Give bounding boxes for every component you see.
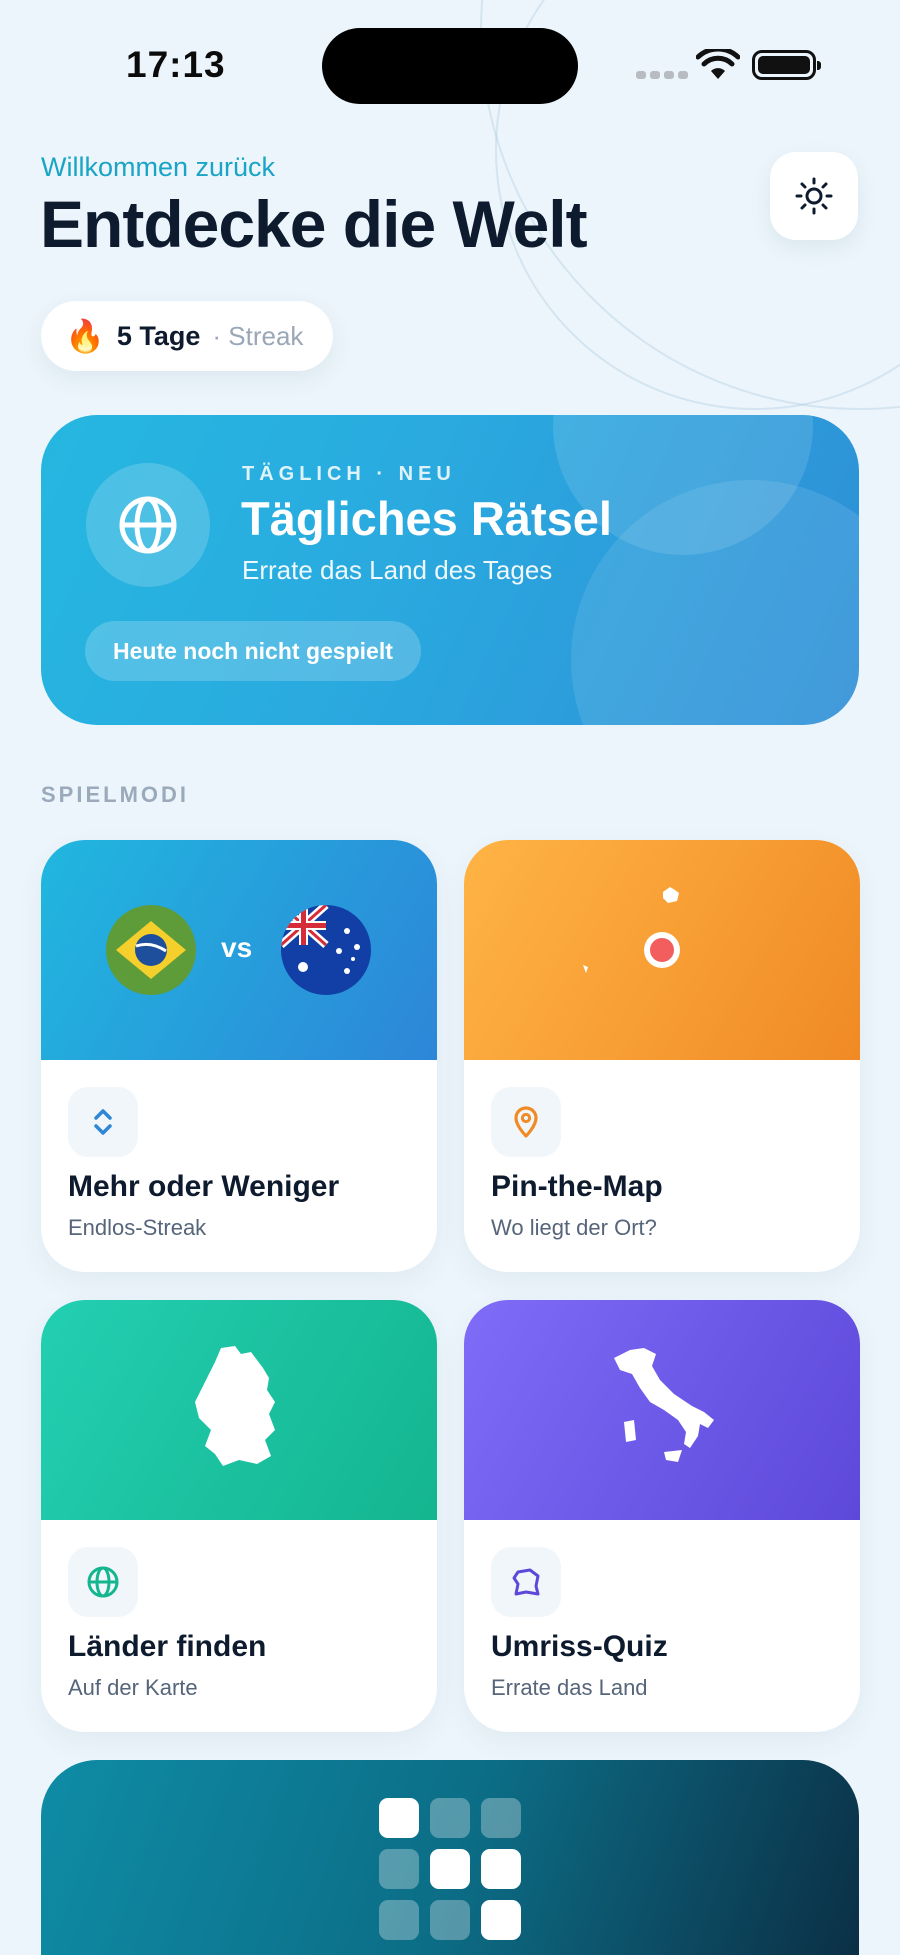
- outline-shape-icon: [512, 1568, 540, 1596]
- globe-icon: [119, 496, 177, 554]
- daily-puzzle-card[interactable]: TÄGLICH · NEU Tägliches Rätsel Errate da…: [41, 415, 859, 725]
- welcome-text: Willkommen zurück: [41, 152, 276, 182]
- battery-icon: [752, 50, 821, 80]
- mode-icon-box: [68, 1087, 138, 1157]
- grid-puzzle-icon: [379, 1798, 521, 1940]
- home-screen: 17:13 Willkommen zurück Entdecke die Wel…: [0, 0, 900, 1955]
- status-time: 17:13: [126, 44, 226, 85]
- streak-label: · Streak: [212, 320, 304, 351]
- dynamic-island: [322, 28, 578, 104]
- mode-subtitle: Errate das Land: [491, 1675, 648, 1700]
- card-banner: [464, 840, 860, 1060]
- mode-title: Umriss-Quiz: [491, 1630, 668, 1663]
- mode-card-outline-quiz[interactable]: Umriss-Quiz Errate das Land: [464, 1300, 860, 1732]
- mode-icon-box: [491, 1547, 561, 1617]
- daily-subtitle: Errate das Land des Tages: [242, 555, 553, 585]
- daily-title: Tägliches Rätsel: [241, 492, 612, 545]
- mode-card-grid-puzzle[interactable]: [41, 1760, 859, 1955]
- mode-subtitle: Auf der Karte: [68, 1675, 198, 1700]
- cellular-signal-icon: [636, 71, 688, 79]
- mode-title: Mehr oder Weniger: [68, 1170, 340, 1203]
- wifi-icon: [696, 49, 740, 79]
- vs-label: vs: [221, 932, 253, 963]
- germany-outline-icon: [195, 1346, 275, 1466]
- target-pin-icon: [644, 932, 680, 968]
- card-banner: vs: [41, 840, 437, 1060]
- card-banner: [464, 1300, 860, 1520]
- theme-toggle-button[interactable]: [770, 152, 858, 240]
- map-fragment-icon: [583, 965, 588, 973]
- mode-card-find-countries[interactable]: Länder finden Auf der Karte: [41, 1300, 437, 1732]
- brazil-flag-icon: [106, 905, 196, 995]
- globe-icon: [87, 1566, 119, 1598]
- page-title: Entdecke die Welt: [40, 187, 588, 261]
- mode-subtitle: Endlos-Streak: [68, 1215, 207, 1240]
- daily-icon-container: [86, 463, 210, 587]
- section-label: SPIELMODI: [41, 782, 190, 807]
- italy-outline-icon: [614, 1348, 714, 1462]
- mode-card-pin-the-map[interactable]: Pin-the-Map Wo liegt der Ort?: [464, 840, 860, 1272]
- mode-icon-box: [68, 1547, 138, 1617]
- mode-title: Länder finden: [68, 1630, 267, 1663]
- streak-days: 5 Tage: [116, 320, 201, 351]
- mode-icon-box: [491, 1087, 561, 1157]
- status-bar: 17:13: [0, 0, 900, 130]
- sun-icon: [795, 177, 833, 215]
- mode-title: Pin-the-Map: [491, 1170, 663, 1203]
- daily-tag: TÄGLICH · NEU: [242, 463, 456, 485]
- mode-card-more-or-less[interactable]: vs Mehr oder Weniger Endlos-Streak: [41, 840, 437, 1272]
- map-fragment-icon: [663, 887, 679, 903]
- card-banner: [41, 1300, 437, 1520]
- mode-subtitle: Wo liegt der Ort?: [491, 1215, 657, 1240]
- map-pin-icon: [514, 1106, 538, 1138]
- fire-icon: 🔥: [65, 318, 105, 354]
- streak-badge[interactable]: 🔥 5 Tage · Streak: [41, 301, 334, 371]
- australia-flag-icon: [281, 905, 371, 995]
- up-down-chevron-icon: [94, 1109, 112, 1135]
- daily-status-pill: Heute noch nicht gespielt: [85, 621, 421, 681]
